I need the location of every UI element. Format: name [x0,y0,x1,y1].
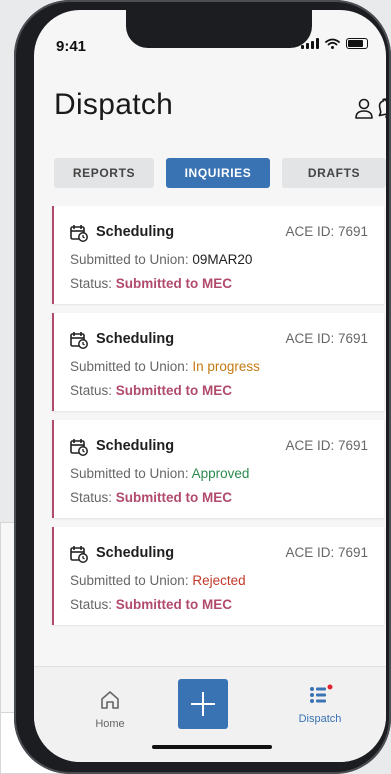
submitted-label: Submitted to Union: [70,573,193,588]
submitted-label: Submitted to Union: [70,466,192,481]
inquiry-card[interactable]: Scheduling ACE ID: 7691 Submitted to Uni… [52,527,384,625]
status-label: Status: [70,490,116,505]
card-title: Scheduling [96,331,175,347]
submitted-to-union: Submitted to Union: 09MAR20 [70,252,252,267]
wifi-icon [325,38,340,49]
card-status: Status: Submitted to MEC [70,276,232,291]
status-time: 9:41 [56,38,87,55]
card-status: Status: Submitted to MEC [70,383,232,398]
battery-icon [346,38,368,49]
ace-id: ACE ID: 7691 [285,224,368,239]
card-status: Status: Submitted to MEC [70,490,232,505]
calendar-clock-icon [70,546,88,563]
status-value: Submitted to MEC [115,276,233,291]
status-label: Status: [70,597,116,612]
card-title: Scheduling [96,224,175,240]
card-title: Scheduling [96,438,175,454]
submitted-value: Rejected [192,573,246,588]
nav-home[interactable]: Home [82,689,138,730]
card-title: Scheduling [96,545,175,561]
calendar-clock-icon [70,439,88,456]
nav-home-label: Home [95,718,125,730]
submitted-to-union: Submitted to Union: Rejected [70,573,246,588]
calendar-clock-icon [70,225,88,242]
submitted-label: Submitted to Union: [70,252,193,267]
page-title: Dispatch [54,88,174,121]
list-icon [310,684,333,703]
signal-icon [301,38,319,49]
submitted-value: 09MAR20 [192,252,253,267]
submitted-value: Approved [191,466,250,481]
phone-frame: 9:41 Dispatch REPORTS INQUIRIES DRAFTS S… [14,0,391,774]
inquiry-card[interactable]: Scheduling ACE ID: 7691 Submitted to Uni… [52,313,384,411]
status-value: Submitted to MEC [115,597,233,612]
card-status: Status: Submitted to MEC [70,597,232,612]
status-icons [301,38,368,49]
calendar-clock-icon [70,332,88,349]
app-screen: 9:41 Dispatch REPORTS INQUIRIES DRAFTS S… [34,10,386,762]
tab-inquiries[interactable]: INQUIRIES [166,158,270,188]
ace-id: ACE ID: 7691 [285,438,368,453]
nav-dispatch[interactable]: Dispatch [288,683,352,725]
bell-icon[interactable] [374,96,386,122]
inquiry-card[interactable]: Scheduling ACE ID: 7691 Submitted to Uni… [52,420,384,518]
tab-reports[interactable]: REPORTS [54,158,154,188]
submitted-to-union: Submitted to Union: In progress [70,359,260,374]
status-value: Submitted to MEC [115,383,233,398]
tab-bar: REPORTS INQUIRIES DRAFTS [54,158,386,188]
home-indicator [152,745,272,749]
tab-drafts[interactable]: DRAFTS [282,158,386,188]
submitted-to-union: Submitted to Union: Approved [70,466,249,481]
status-label: Status: [70,276,116,291]
ace-id: ACE ID: 7691 [285,331,368,346]
home-icon [101,691,119,709]
status-label: Status: [70,383,116,398]
inquiry-card[interactable]: Scheduling ACE ID: 7691 Submitted to Uni… [52,206,384,304]
nav-dispatch-label: Dispatch [298,713,342,725]
status-value: Submitted to MEC [115,490,233,505]
submitted-label: Submitted to Union: [70,359,193,374]
submitted-value: In progress [192,359,260,374]
plus-icon [191,692,215,716]
notch [126,10,312,48]
ace-id: ACE ID: 7691 [285,545,368,560]
user-icon[interactable] [354,98,374,120]
add-button[interactable] [178,679,228,729]
